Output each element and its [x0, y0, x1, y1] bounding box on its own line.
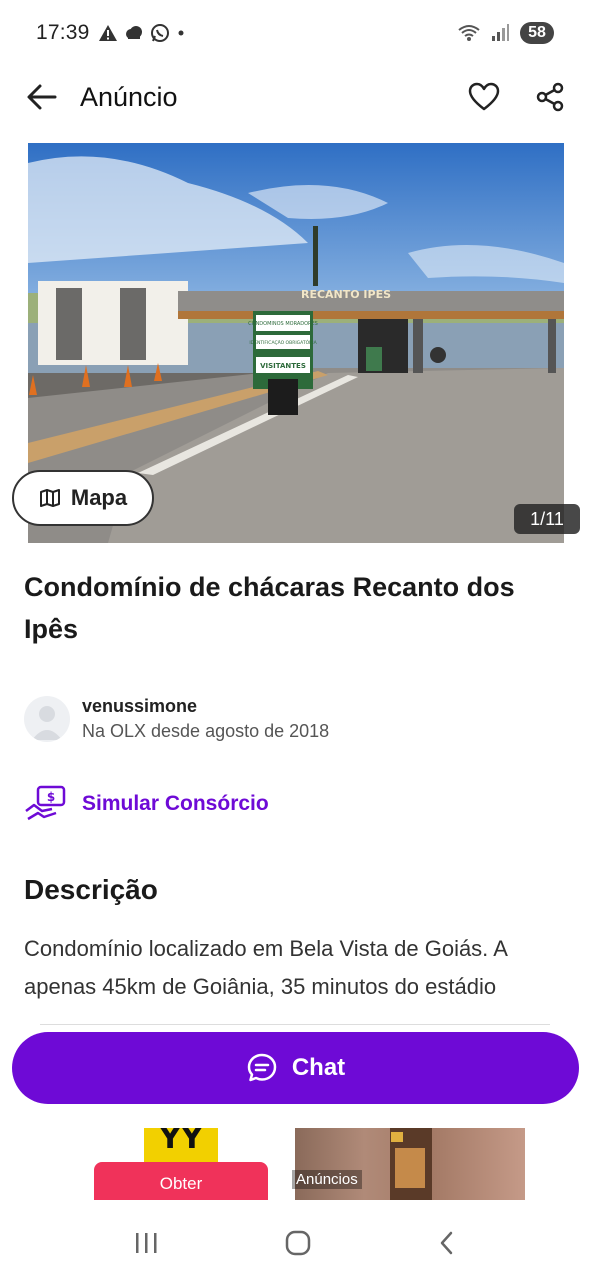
system-nav-bar — [0, 1210, 590, 1280]
battery-indicator: 58 — [520, 22, 554, 44]
home-button[interactable] — [285, 1230, 311, 1261]
recents-button[interactable] — [133, 1231, 159, 1260]
chat-bubble-icon — [247, 1053, 277, 1082]
sign-line-3: VISITANTES — [260, 362, 306, 370]
seller-since: Na OLX desde agosto de 2018 — [82, 721, 330, 741]
divider — [40, 1024, 550, 1025]
map-button-label: Mapa — [70, 485, 128, 510]
listing-title: Condomínio de chácaras Recanto dos Ipês — [24, 572, 515, 644]
map-button[interactable]: Mapa — [12, 470, 154, 526]
ad-banner[interactable]: YY Obter — [0, 1128, 590, 1200]
alert-icon — [98, 25, 117, 41]
chat-button[interactable]: Chat — [12, 1032, 579, 1104]
back-nav-button[interactable] — [437, 1230, 457, 1261]
map-icon — [39, 489, 60, 507]
consortium-money-icon: $ — [25, 785, 66, 821]
app-header: Anúncio — [0, 66, 590, 128]
description-text: Condomínio localizado em Bela Vista de G… — [24, 936, 507, 999]
ad-obter-button[interactable]: Obter — [94, 1162, 268, 1200]
description-heading: Descrição — [24, 874, 158, 905]
user-avatar-icon — [32, 706, 62, 740]
seller-info[interactable]: venussimone Na OLX desde agosto de 2018 — [24, 696, 329, 742]
sign-line-1: CONDOMINOS MORADORES — [248, 321, 318, 327]
ad-anuncios-label: Anúncios — [292, 1170, 362, 1189]
whatsapp-icon — [150, 24, 169, 42]
seller-name: venussimone — [82, 696, 198, 716]
dot-icon — [178, 30, 184, 36]
header-actions — [466, 79, 568, 115]
simular-consorcio-label: Simular Consórcio — [82, 792, 269, 815]
notification-icons — [98, 23, 186, 43]
avatar — [24, 696, 70, 742]
favorite-button[interactable] — [466, 79, 502, 115]
sign-line-2: IDENTIFICAÇÃO OBRIGATÓRIA — [249, 339, 317, 346]
ad-image[interactable] — [295, 1128, 525, 1200]
simular-consorcio-link[interactable]: $ Simular Consórcio — [24, 785, 269, 823]
wifi-icon — [458, 25, 480, 41]
cloud-icon — [125, 26, 142, 39]
ad-yellow-logo: YY — [144, 1128, 218, 1162]
signal-icon — [492, 24, 509, 41]
status-right: 58 — [458, 22, 554, 44]
status-bar: 17:39 58 — [0, 0, 590, 66]
back-arrow-icon — [27, 84, 57, 110]
sign-brand-text: RECANTO IPES — [301, 288, 391, 301]
back-chevron-icon — [440, 1231, 453, 1254]
ad-yellow-text: YY — [159, 1128, 203, 1156]
back-button[interactable] — [22, 77, 62, 117]
photo-counter: 1/11 — [514, 504, 580, 534]
status-time: 17:39 — [36, 21, 90, 44]
home-icon — [285, 1230, 311, 1255]
page-title: Anúncio — [80, 81, 178, 112]
share-button[interactable] — [532, 79, 568, 115]
recents-icon — [136, 1232, 157, 1253]
status-left: 17:39 — [36, 21, 186, 45]
chat-button-label: Chat — [291, 1054, 346, 1081]
heart-icon — [468, 82, 500, 111]
seller-text: venussimone Na OLX desde agosto de 2018 — [82, 696, 329, 742]
svg-text:$: $ — [47, 790, 55, 804]
share-icon — [536, 82, 564, 112]
ad-product-image — [390, 1128, 432, 1200]
